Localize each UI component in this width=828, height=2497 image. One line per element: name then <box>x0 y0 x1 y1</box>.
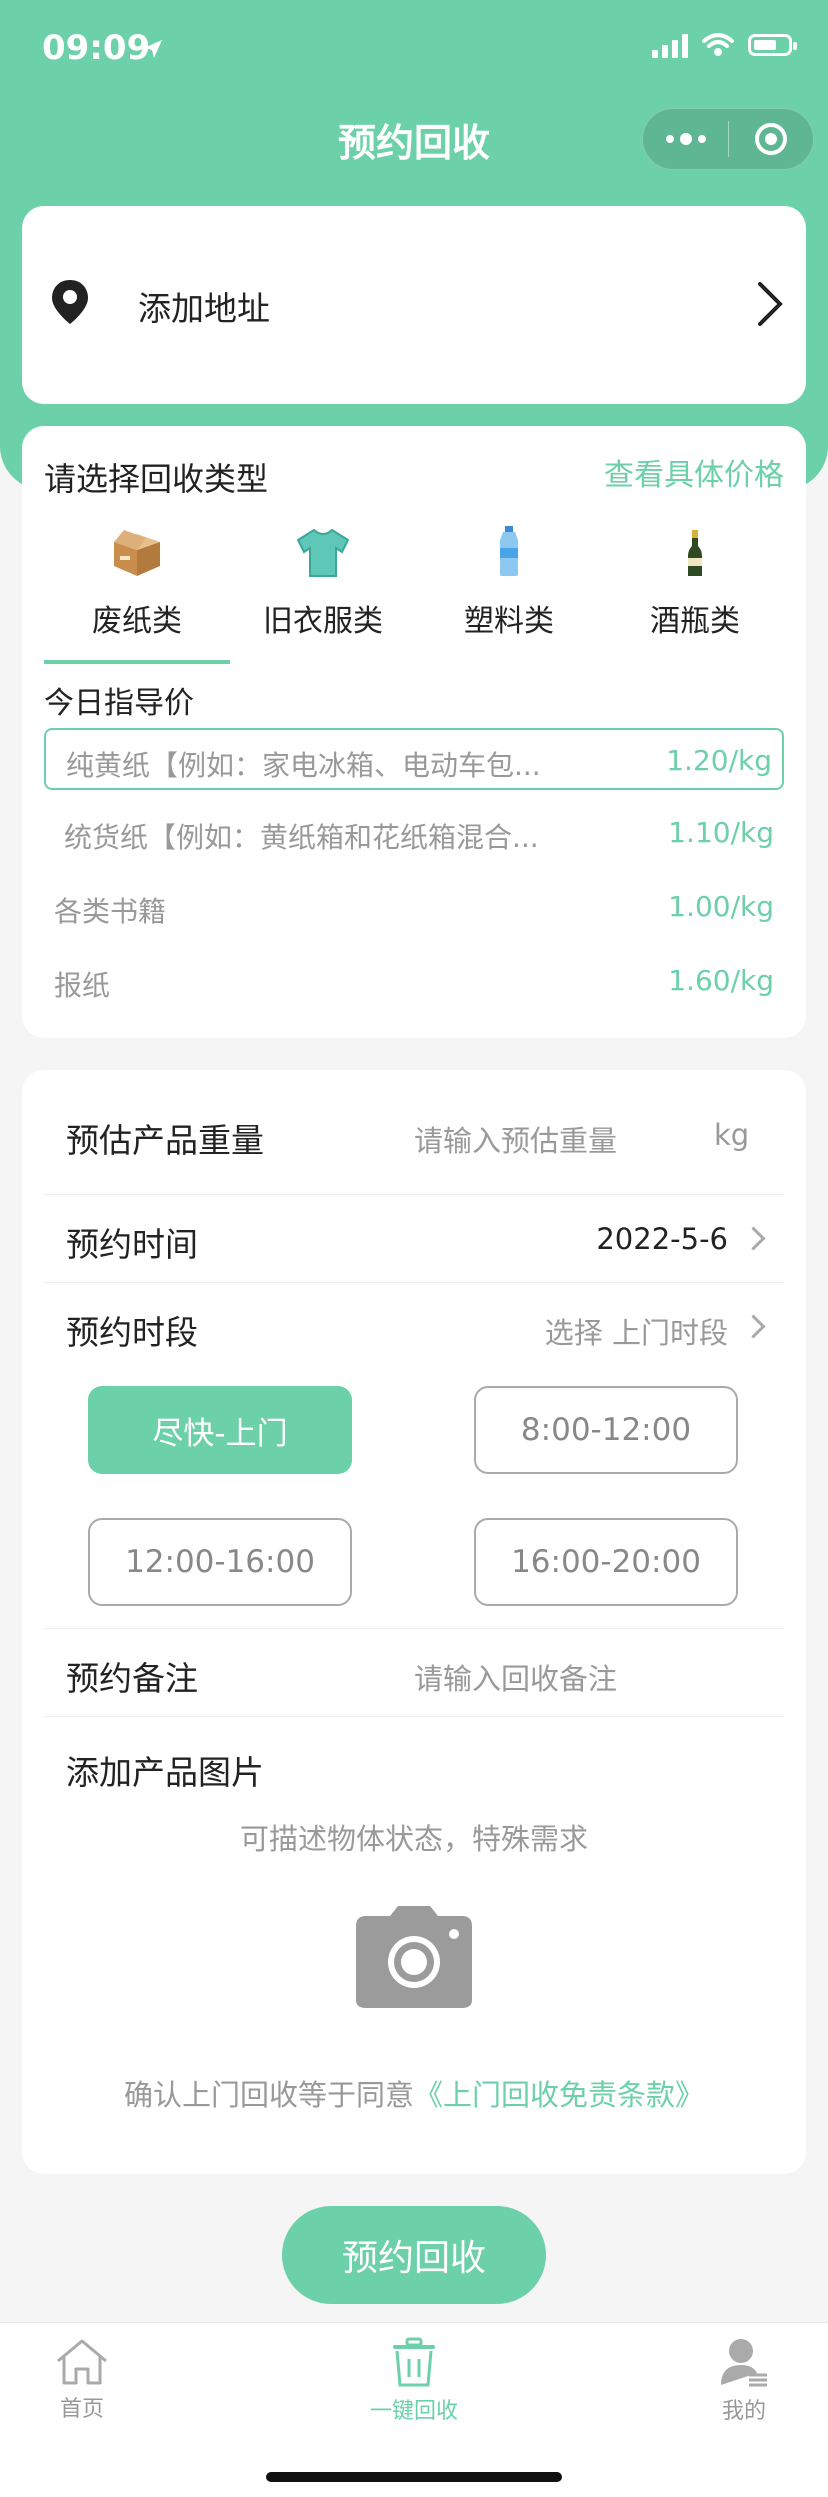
recycle-type-card: 请选择回收类型 查看具体价格 废纸类 旧衣服类 塑料类 酒瓶类 今日指导价 纯黄… <box>22 426 806 1038</box>
category-label: 酒瓶类 <box>650 604 740 639</box>
price-item-name: 报纸 <box>54 969 111 1002</box>
price-item-value: 1.20/kg <box>666 744 772 777</box>
category-wine-bottle[interactable]: 酒瓶类 <box>602 516 788 640</box>
address-card[interactable]: 添加地址 <box>22 206 806 404</box>
slot-evening[interactable]: 16:00-20:00 <box>474 1518 738 1606</box>
weight-row: 预估产品重量 请输入预估重量 kg <box>44 1070 784 1195</box>
period-row[interactable]: 预约时段 选择 上门时段 <box>44 1282 784 1370</box>
wifi-icon <box>702 33 734 56</box>
trash-can-icon <box>393 2337 435 2387</box>
period-label: 预约时段 <box>66 1313 198 1352</box>
signal-icon <box>652 32 688 58</box>
weight-input[interactable]: 请输入预估重量 <box>414 1118 617 1160</box>
price-row[interactable]: 报纸 1.60/kg <box>44 950 784 1012</box>
location-arrow-icon <box>144 40 162 58</box>
note-input[interactable]: 请输入回收备注 <box>414 1656 617 1698</box>
agreement-text: 确认上门回收等于同意《上门回收免责条款》 <box>22 2072 806 2114</box>
tab-recycle[interactable]: 一键回收 <box>334 2337 494 2425</box>
tshirt-icon <box>296 528 350 577</box>
category-waste-paper[interactable]: 废纸类 <box>44 516 230 640</box>
price-item-value: 1.00/kg <box>668 890 774 923</box>
status-icons <box>652 32 797 58</box>
status-bar: 09:09 <box>0 0 828 100</box>
price-item-name: 各类书籍 <box>54 895 167 928</box>
slot-asap[interactable]: 尽快-上门 <box>88 1386 352 1474</box>
chevron-right-icon <box>758 282 783 326</box>
user-icon <box>721 2339 767 2387</box>
period-placeholder: 选择 上门时段 <box>544 1316 728 1350</box>
tab-label: 一键回收 <box>369 2399 458 2424</box>
plastic-bottle-icon <box>500 526 518 576</box>
price-item-name: 统货纸【例如：黄纸箱和花纸箱混合... <box>64 821 539 854</box>
category-selected-indicator <box>44 660 230 664</box>
wine-bottle-icon <box>688 530 702 576</box>
category-label: 废纸类 <box>92 604 182 639</box>
category-label: 旧衣服类 <box>263 604 383 639</box>
slot-morning[interactable]: 8:00-12:00 <box>474 1386 738 1474</box>
tab-home[interactable]: 首页 <box>2 2337 162 2423</box>
home-icon <box>57 2339 107 2385</box>
submit-appointment-button[interactable]: 预约回收 <box>282 2206 546 2304</box>
category-label: 塑料类 <box>464 604 554 639</box>
price-item-value: 1.60/kg <box>668 964 774 997</box>
tab-mine[interactable]: 我的 <box>664 2337 824 2425</box>
weight-label: 预估产品重量 <box>66 1121 264 1160</box>
photo-hint: 可描述物体状态，特殊需求 <box>239 1822 588 1856</box>
chevron-right-icon <box>741 1226 766 1251</box>
photo-label: 添加产品图片 <box>66 1753 264 1792</box>
time-label: 预约时间 <box>66 1225 198 1264</box>
terms-link[interactable]: 《上门回收免责条款》 <box>414 2078 704 2112</box>
price-row[interactable]: 纯黄纸【例如：家电冰箱、电动车包... 1.20/kg <box>44 728 784 790</box>
status-time: 09:09 <box>42 28 151 68</box>
price-item-name: 纯黄纸【例如：家电冰箱、电动车包... <box>66 749 541 782</box>
close-target-icon[interactable] <box>729 123 813 155</box>
battery-icon <box>748 34 797 56</box>
agreement-prefix: 确认上门回收等于同意 <box>123 2078 414 2112</box>
weight-unit: kg <box>714 1118 750 1152</box>
recycle-type-title: 请选择回收类型 <box>44 460 269 498</box>
price-guide-title: 今日指导价 <box>44 686 194 721</box>
view-price-link[interactable]: 查看具体价格 <box>604 450 784 494</box>
time-value: 2022-5-6 <box>596 1222 728 1256</box>
camera-icon[interactable] <box>354 1904 474 2010</box>
cardboard-box-icon <box>114 530 160 576</box>
note-label: 预约备注 <box>66 1659 198 1698</box>
note-row: 预约备注 请输入回收备注 <box>44 1628 784 1717</box>
add-address-label: 添加地址 <box>138 289 270 328</box>
price-row[interactable]: 各类书籍 1.00/kg <box>44 876 784 938</box>
category-old-clothes[interactable]: 旧衣服类 <box>230 516 416 640</box>
appointment-form-card: 预估产品重量 请输入预估重量 kg 预约时间 2022-5-6 预约时段 选择 … <box>22 1070 806 2174</box>
slot-afternoon[interactable]: 12:00-16:00 <box>88 1518 352 1606</box>
tab-bar: 首页 一键回收 我的 <box>0 2322 828 2497</box>
tab-label: 我的 <box>721 2399 766 2424</box>
price-item-value: 1.10/kg <box>668 816 774 849</box>
time-row[interactable]: 预约时间 2022-5-6 <box>44 1194 784 1283</box>
price-row[interactable]: 统货纸【例如：黄纸箱和花纸箱混合... 1.10/kg <box>44 802 784 864</box>
more-menu-icon[interactable] <box>643 133 728 145</box>
tab-label: 首页 <box>59 2397 104 2422</box>
mini-program-capsule <box>642 108 814 170</box>
location-pin-icon <box>52 280 88 324</box>
home-indicator <box>266 2472 562 2482</box>
category-plastic[interactable]: 塑料类 <box>416 516 602 640</box>
chevron-right-icon <box>741 1314 766 1339</box>
